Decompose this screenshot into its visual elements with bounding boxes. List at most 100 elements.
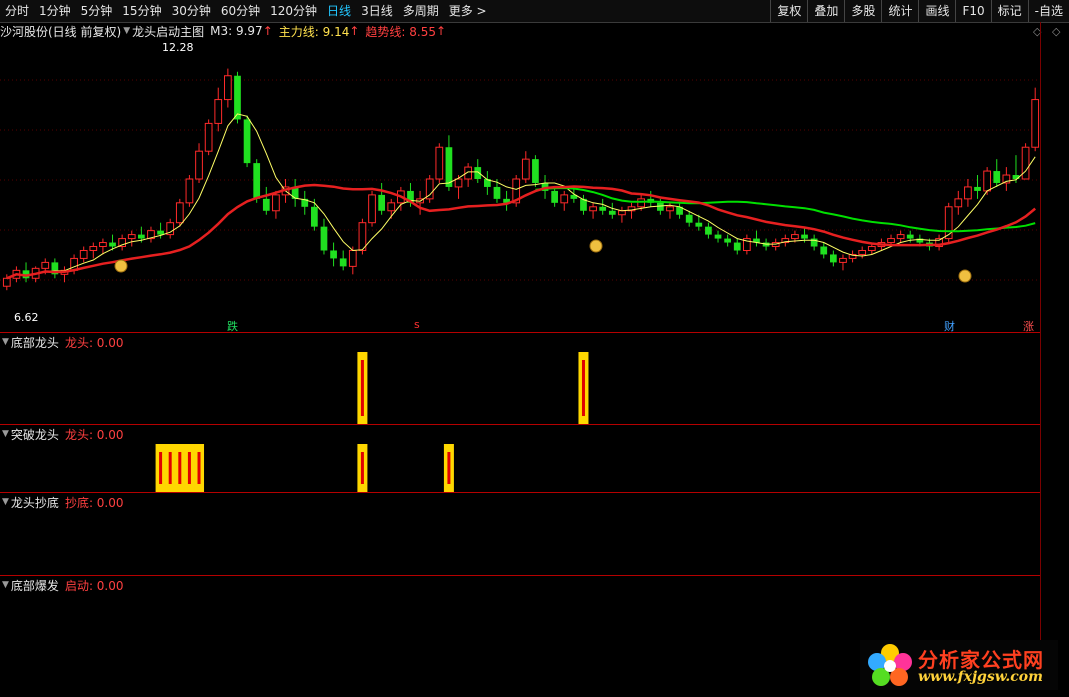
candle-body (185, 178, 194, 204)
candle-body (637, 198, 646, 208)
panel-title[interactable]: 龙头抄底 (11, 494, 59, 511)
candle-body (993, 171, 1001, 183)
candle-body (560, 194, 569, 204)
signal-bar-core (447, 452, 451, 484)
signal-bar-core (168, 452, 172, 484)
panel-dropdown-icon[interactable]: ▼ (2, 337, 9, 347)
candle-body (820, 246, 828, 255)
candle-body (685, 214, 693, 223)
money-bag-icon (589, 239, 603, 253)
candle-body (532, 159, 539, 183)
candle-body (964, 186, 972, 200)
candle-body (829, 254, 837, 263)
candle-body (695, 222, 703, 227)
panel-dropdown-icon[interactable]: ▼ (2, 580, 9, 590)
candle-body (99, 242, 107, 248)
candle-body (41, 261, 50, 269)
signal-bar-core (581, 360, 585, 416)
candle-body (195, 150, 203, 180)
candle-body (656, 202, 664, 211)
flower-logo-icon (868, 644, 912, 686)
panel-dropdown-icon[interactable]: ▼ (2, 429, 9, 439)
signal-bar-core (159, 452, 163, 484)
candle-body (330, 250, 337, 259)
candle-body (608, 210, 616, 215)
watermark-logo: 分析家公式网 www.fxjgsw.com (860, 640, 1058, 690)
candle-body (493, 186, 501, 199)
candle-body (310, 206, 318, 227)
candle-body (474, 167, 482, 179)
panel-header-2: ▼ 突破龙头 龙头: 0.00 (0, 426, 124, 442)
candle-body (839, 257, 847, 263)
candle-body (791, 234, 799, 240)
candle-body (109, 242, 116, 247)
signal-bar-core (178, 452, 182, 484)
candle-body (234, 75, 241, 120)
candle-body (79, 249, 88, 259)
candle-body (127, 234, 136, 240)
panel-divider (0, 332, 1040, 333)
candle-body (983, 170, 992, 192)
candle-body (867, 246, 876, 251)
candle-body (223, 75, 232, 101)
panel-value: 启动: 0.00 (64, 578, 124, 593)
chart-right-border (1040, 22, 1041, 675)
candle-body (724, 238, 732, 243)
candle-body (445, 147, 453, 187)
signal-s: s (414, 318, 420, 331)
candle-body (368, 194, 376, 224)
candle-body (272, 194, 280, 212)
candle-body (944, 206, 953, 240)
candle-body (705, 226, 712, 235)
candle-body (906, 234, 914, 239)
panel-title[interactable]: 底部龙头 (11, 334, 59, 351)
candle-body (896, 234, 905, 240)
panel-divider (0, 424, 1040, 425)
candle-body (378, 194, 386, 211)
candle-body (435, 146, 444, 180)
candle-body (589, 206, 597, 212)
candle-body (733, 242, 741, 251)
candle-body (551, 190, 559, 203)
candle-body (387, 202, 396, 212)
panel-value: 龙头: 0.00 (64, 335, 124, 350)
signal-bar-core (360, 360, 364, 416)
panel-header-4: ▼ 底部爆发 启动: 0.00 (0, 577, 124, 593)
kline-chart[interactable] (0, 0, 1069, 697)
panel-title[interactable]: 突破龙头 (11, 426, 59, 443)
candle-body (521, 158, 530, 180)
panel-title[interactable]: 底部爆发 (11, 577, 59, 594)
candle-body (137, 234, 145, 239)
panel-value: 抄底: 0.00 (64, 495, 124, 510)
candle-body (618, 210, 626, 216)
high-price-label: 12.28 (162, 41, 194, 54)
signal-bar-core (187, 452, 191, 484)
candle-body (1031, 99, 1040, 148)
candle-body (714, 234, 722, 239)
low-price-label: 6.62 (14, 311, 39, 324)
panel-divider (0, 575, 1040, 576)
candle-body (253, 163, 261, 199)
panel-header-3: ▼ 龙头抄底 抄底: 0.00 (0, 494, 124, 510)
candle-body (2, 277, 11, 287)
candle-body (157, 230, 164, 235)
candle-body (348, 249, 357, 267)
signal-bar-core (360, 452, 364, 484)
candle-body (954, 198, 963, 208)
candle-body (243, 119, 251, 164)
candle-body (599, 206, 607, 211)
candle-body (1012, 175, 1020, 179)
candle-body (858, 249, 867, 255)
candle-body (887, 238, 895, 244)
candle-body (320, 226, 328, 251)
candle-body (175, 202, 184, 224)
panel-dropdown-icon[interactable]: ▼ (2, 497, 9, 507)
candle-body (801, 234, 808, 239)
panel-divider (0, 492, 1040, 493)
candle-body (666, 206, 674, 212)
candle-body (974, 186, 981, 191)
money-bag-icon (114, 259, 128, 273)
candle-body (214, 99, 223, 124)
candle-body (339, 258, 347, 267)
candle-body (1021, 146, 1030, 180)
